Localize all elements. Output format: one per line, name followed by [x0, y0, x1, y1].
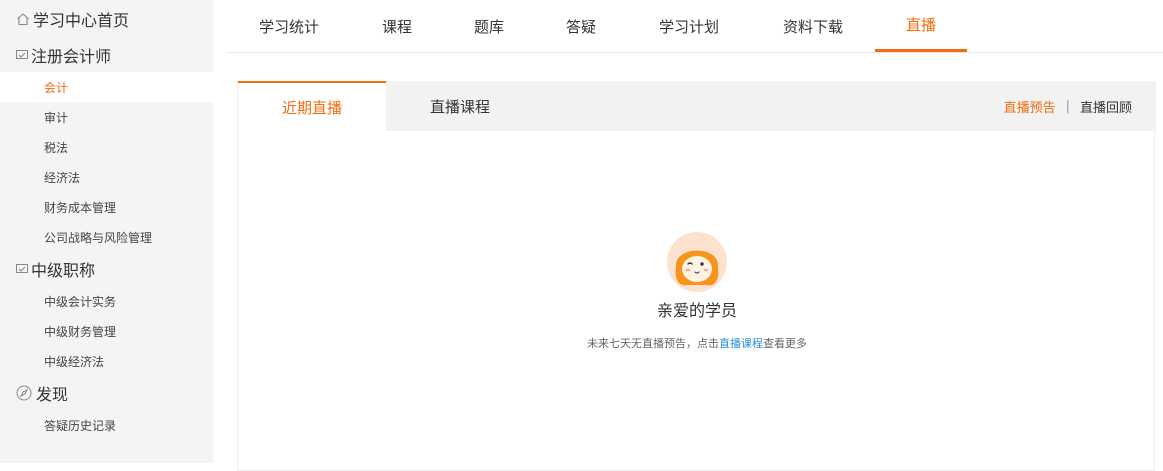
sidebar-section-cpa: 注册会计师 — [0, 38, 213, 72]
sidebar-item-financial-cost-management[interactable]: 财务成本管理 — [0, 192, 213, 222]
sidebar-home-label: 学习中心首页 — [33, 11, 130, 30]
sidebar-home-link[interactable]: 学习中心首页 — [0, 0, 213, 38]
top-nav: 学习统计 课程 题库 答疑 学习计划 资料下载 直播 — [227, 0, 1163, 53]
empty-state: 亲爱的学员 未来七天无直播预告，点击直播课程查看更多 — [238, 231, 1156, 351]
empty-state-title: 亲爱的学员 — [656, 301, 737, 320]
tab-courses[interactable]: 课程 — [351, 0, 443, 52]
home-icon — [16, 12, 30, 26]
sidebar-item-tax-law[interactable]: 税法 — [0, 132, 213, 162]
live-links: 直播预告 | 直播回顾 — [1004, 81, 1132, 131]
subtab-recent-live[interactable]: 近期直播 — [238, 81, 386, 131]
sidebar-item-audit[interactable]: 审计 — [0, 102, 213, 132]
sidebar-section-title: 注册会计师 — [31, 47, 112, 66]
sidebar-item-intermediate-economic-law[interactable]: 中级经济法 — [0, 346, 213, 376]
tab-study-stats[interactable]: 学习统计 — [227, 0, 351, 52]
sidebar: 学习中心首页 注册会计师 会计 审计 税法 经济法 财务成本管理 公司战略与风险… — [0, 0, 213, 463]
live-preview-link[interactable]: 直播预告 — [1004, 97, 1056, 116]
sidebar-item-intermediate-accounting[interactable]: 中级会计实务 — [0, 286, 213, 316]
tab-live[interactable]: 直播 — [875, 0, 967, 52]
sidebar-section-intermediate: 中级职称 — [0, 252, 213, 286]
subtab-live-courses[interactable]: 直播课程 — [386, 81, 534, 131]
live-subtab-bar: 近期直播 直播课程 直播预告 | 直播回顾 — [238, 81, 1156, 131]
monitor-icon — [16, 263, 28, 275]
live-panel: 近期直播 直播课程 直播预告 | 直播回顾 亲爱的学员 未来七天无直播预告，点击… — [237, 81, 1156, 471]
tab-question-bank[interactable]: 题库 — [443, 0, 535, 52]
sidebar-item-accounting[interactable]: 会计 — [0, 72, 213, 102]
live-courses-link[interactable]: 直播课程 — [719, 337, 763, 350]
sidebar-section-title: 发现 — [36, 385, 69, 404]
empty-state-text-after: 查看更多 — [763, 337, 807, 350]
sidebar-item-intermediate-finance[interactable]: 中级财务管理 — [0, 316, 213, 346]
mascot-avatar — [667, 232, 727, 292]
sidebar-item-strategy-risk-management[interactable]: 公司战略与风险管理 — [0, 222, 213, 252]
empty-state-text-before: 未来七天无直播预告，点击 — [587, 337, 719, 350]
sidebar-item-economic-law[interactable]: 经济法 — [0, 162, 213, 192]
empty-state-message: 未来七天无直播预告，点击直播课程查看更多 — [238, 335, 1156, 351]
compass-icon — [16, 385, 32, 401]
sidebar-section-discover: 发现 — [0, 376, 213, 410]
sidebar-item-qa-history[interactable]: 答疑历史记录 — [0, 410, 213, 440]
live-replay-link[interactable]: 直播回顾 — [1080, 97, 1132, 116]
monitor-icon — [16, 49, 28, 61]
tab-qa[interactable]: 答疑 — [535, 0, 627, 52]
tab-study-plan[interactable]: 学习计划 — [627, 0, 751, 52]
sidebar-section-title: 中级职称 — [31, 261, 96, 280]
tab-downloads[interactable]: 资料下载 — [751, 0, 875, 52]
link-separator: | — [1065, 98, 1070, 114]
